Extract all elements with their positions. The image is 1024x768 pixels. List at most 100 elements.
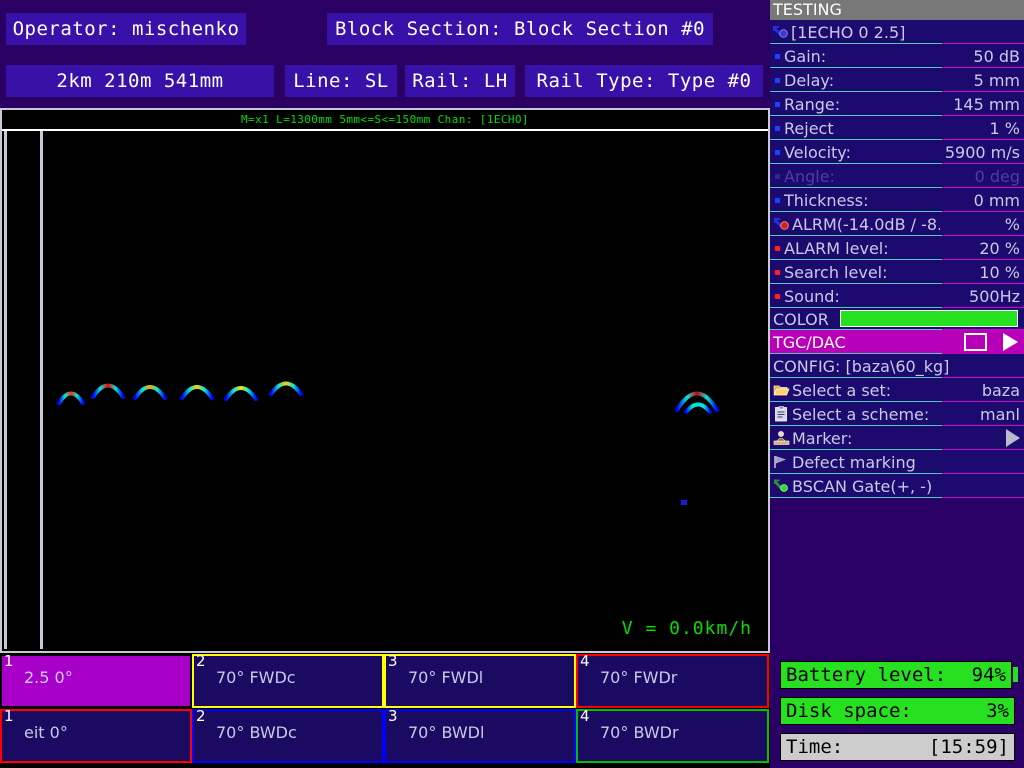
rail-type-field[interactable]: Rail Type: Type #0 — [525, 65, 763, 97]
param-label: Reject — [784, 118, 834, 138]
sidebar-channel-label: [1ECHO 0 2.5] — [791, 22, 906, 42]
bullet-icon — [775, 173, 780, 179]
block-section-field[interactable]: Block Section: Block Section #0 — [327, 13, 713, 45]
bullet-icon — [775, 197, 780, 203]
channel-label: 70° FWDr — [600, 668, 678, 687]
sidebar-alarm-header[interactable]: ALRM(-14.0dB / -8.0dB) % — [770, 212, 1024, 236]
position-field[interactable]: 2km 210m 541mm — [6, 65, 274, 97]
line-field[interactable]: Line: SL — [285, 65, 397, 97]
time-label: Time: — [786, 736, 844, 758]
sidebar-channel-header[interactable]: [1ECHO 0 2.5] — [770, 20, 1024, 44]
channel-number: 4 — [580, 652, 590, 670]
top-header-bar: Operator: mischenko Block Section: Block… — [0, 0, 770, 105]
channel-label: eit 0° — [24, 723, 68, 742]
param-label: Search level: — [784, 262, 888, 282]
alarm-probe-icon — [773, 216, 790, 232]
bullet-icon — [775, 101, 780, 107]
battery-value: 94% — [971, 664, 1006, 686]
channel-button[interactable]: 2 70° BWDc — [192, 709, 384, 763]
channel-button[interactable]: 3 70° FWDl — [384, 654, 576, 708]
rail-field[interactable]: Rail: LH — [405, 65, 515, 97]
sidebar-row-select-set[interactable]: Select a set: baza — [770, 378, 1024, 402]
sidebar-row-marker[interactable]: Marker: — [770, 426, 1024, 450]
battery-label: Battery level: — [786, 664, 947, 686]
channel-number: 3 — [388, 707, 398, 725]
time-status: Time: [15:59] — [780, 733, 1015, 761]
channel-button[interactable]: 4 70° BWDr — [576, 709, 769, 763]
battery-status: Battery level: 94% — [780, 661, 1012, 689]
sidebar-row-gain[interactable]: Gain: 50 dB — [770, 44, 1024, 68]
param-label: Range: — [784, 94, 841, 114]
channel-button[interactable]: 2 70° FWDc — [192, 654, 384, 708]
param-label: ALARM level: — [784, 238, 889, 258]
sidebar-row-bscan-gate[interactable]: BSCAN Gate(+, -) — [770, 474, 1024, 498]
sidebar-row-angle: Angle: 0 deg — [770, 164, 1024, 188]
config-item-value: baza — [981, 380, 1020, 400]
param-value: 1 % — [989, 118, 1020, 138]
echo-arc — [684, 402, 712, 414]
bscan-display[interactable]: M=x1 L=1300mm 5mm<=S<=150mm Chan: [1ECHO… — [0, 108, 770, 653]
alarm-header-label: ALRM(-14.0dB / -8.0dB) — [792, 214, 940, 234]
param-label: Sound: — [784, 286, 840, 306]
param-value: 0 deg — [974, 166, 1020, 186]
bullet-icon — [775, 77, 780, 83]
echo-speck — [681, 500, 687, 505]
chevron-right-icon[interactable] — [1006, 429, 1020, 447]
sidebar-config-header[interactable]: CONFIG: [baza\60_kg] — [770, 354, 1024, 378]
color-palette-bar[interactable] — [840, 310, 1018, 327]
operator-field[interactable]: Operator: mischenko — [6, 13, 246, 45]
bullet-icon — [775, 53, 780, 59]
bscan-canvas[interactable]: V = 0.0km/h — [4, 131, 766, 649]
config-item-label: Marker: — [792, 428, 853, 448]
channel-button[interactable]: 1 2.5 0° — [0, 654, 192, 708]
channel-label: 70° FWDc — [216, 668, 296, 687]
param-label: Delay: — [784, 70, 835, 90]
sidebar-row-sound[interactable]: Sound: 500Hz — [770, 284, 1024, 308]
battery-nub-icon — [1013, 667, 1018, 682]
channel-label: 70° BWDc — [216, 723, 297, 742]
channel-button[interactable]: 1 eit 0° — [0, 709, 192, 763]
param-value: 0 mm — [973, 190, 1020, 210]
channel-number: 2 — [196, 652, 206, 670]
tgc-dac-label: TGC/DAC — [773, 332, 846, 352]
sidebar-row-delay[interactable]: Delay: 5 mm — [770, 68, 1024, 92]
bullet-icon — [775, 269, 780, 275]
echo-arc — [269, 381, 303, 396]
sidebar-row-reject[interactable]: Reject 1 % — [770, 116, 1024, 140]
sidebar-row-tgc-dac[interactable]: TGC/DAC — [770, 330, 1024, 354]
color-label: COLOR — [773, 309, 829, 329]
sidebar-row-defect-marking[interactable]: Defect marking — [770, 450, 1024, 474]
folder-icon — [773, 382, 790, 398]
config-item-label: Defect marking — [792, 452, 916, 472]
app-root: Operator: mischenko Block Section: Block… — [0, 0, 1024, 768]
sidebar-row-velocity[interactable]: Velocity: 5900 m/s — [770, 140, 1024, 164]
tgc-checkbox[interactable] — [964, 333, 987, 351]
param-label: Angle: — [784, 166, 835, 186]
sidebar-row-alarm-level[interactable]: ALARM level: 20 % — [770, 236, 1024, 260]
chevron-right-icon[interactable] — [1003, 333, 1018, 351]
sidebar-row-search-level[interactable]: Search level: 10 % — [770, 260, 1024, 284]
bscan-axis-line-left — [4, 131, 7, 649]
bullet-icon — [775, 149, 780, 155]
channel-number: 2 — [196, 707, 206, 725]
sidebar-row-color[interactable]: COLOR — [770, 308, 1024, 330]
echo-arc — [180, 385, 214, 400]
channel-button[interactable]: 3 70° BWDl — [384, 709, 576, 763]
channel-label: 70° BWDr — [600, 723, 679, 742]
time-value: [15:59] — [928, 736, 1009, 758]
sidebar-title: TESTING — [770, 0, 1024, 20]
channel-button[interactable]: 4 70° FWDr — [576, 654, 769, 708]
probe-icon — [772, 24, 789, 40]
sidebar-row-range[interactable]: Range: 145 mm — [770, 92, 1024, 116]
bullet-icon — [775, 245, 780, 251]
gate-icon — [773, 478, 790, 494]
config-item-label: BSCAN Gate(+, -) — [792, 476, 933, 496]
config-item-label: Select a scheme: — [792, 404, 930, 424]
sidebar-row-thickness[interactable]: Thickness: 0 mm — [770, 188, 1024, 212]
speed-readout: V = 0.0km/h — [621, 618, 752, 639]
disk-value: 3% — [986, 700, 1009, 722]
channel-number: 1 — [4, 707, 14, 725]
sidebar-row-select-scheme[interactable]: Select a scheme: manl — [770, 402, 1024, 426]
echo-arc — [133, 385, 167, 400]
bscan-axis-line-second — [40, 131, 43, 649]
